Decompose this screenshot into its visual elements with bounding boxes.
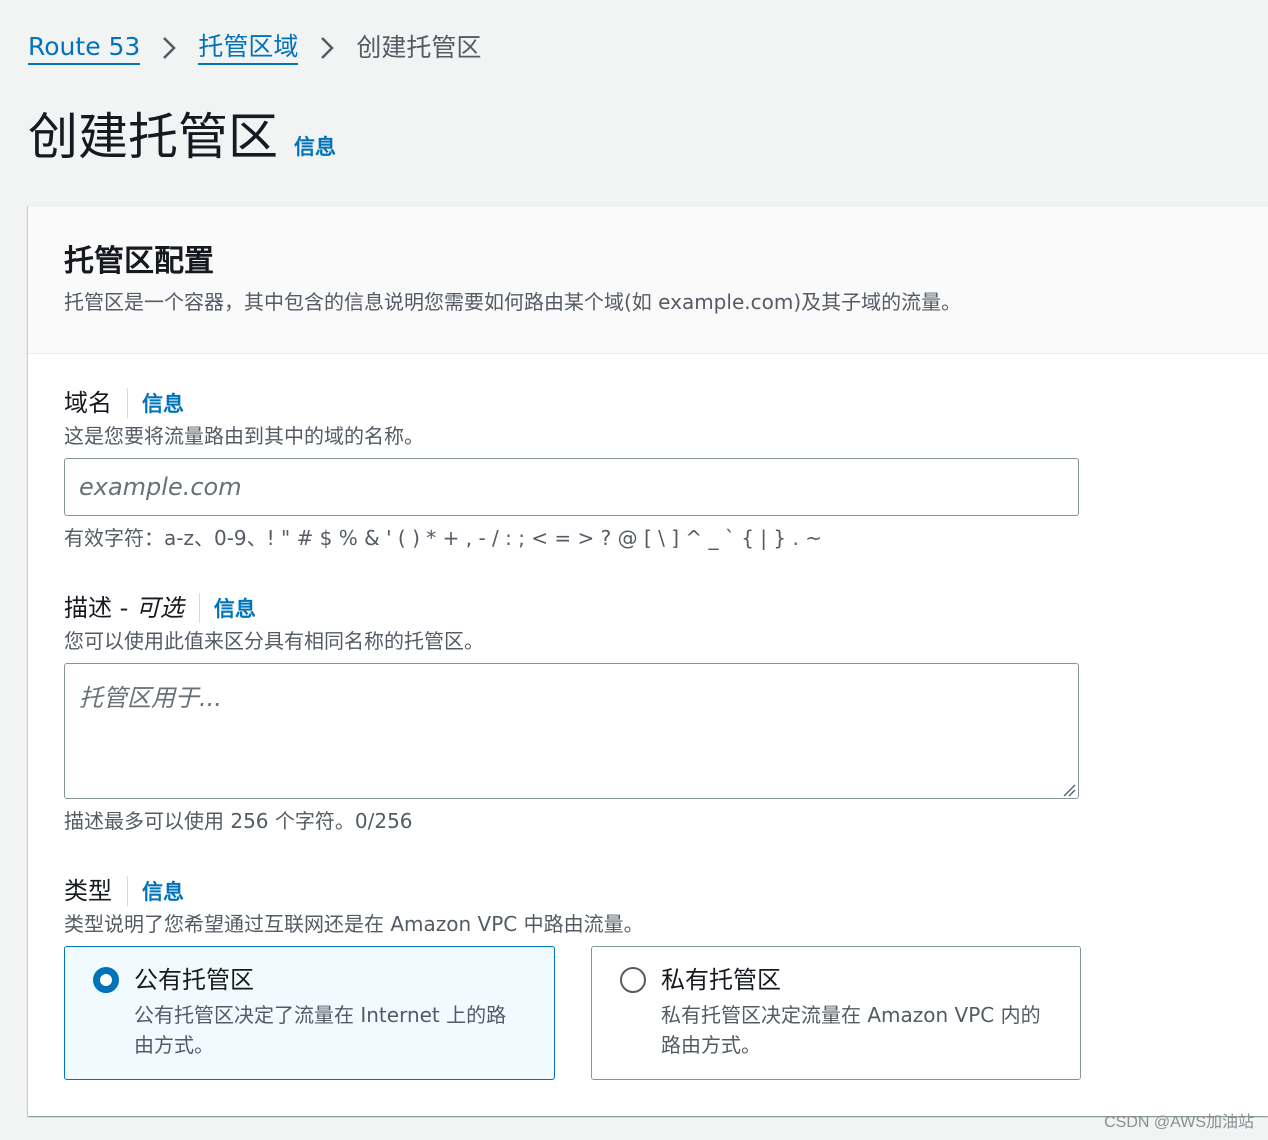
breadcrumb-hosted-zones-link[interactable]: 托管区域: [198, 32, 299, 65]
domain-name-input[interactable]: [65, 459, 1078, 515]
description-label-text: 描述 -: [64, 594, 136, 622]
description-optional-text: 可选: [135, 594, 184, 622]
description-textarea-box: [64, 663, 1079, 799]
domain-name-constraint: 有效字符：a-z、0-9、! " # $ % & ' ( ) * + , - /…: [64, 526, 822, 550]
panel-description: 托管区是一个容器，其中包含的信息说明您需要如何路由某个域(如 example.c…: [64, 290, 962, 314]
description-textarea[interactable]: [65, 664, 1078, 796]
domain-name-label-row: 域名 信息: [64, 386, 184, 420]
public-hosted-zone-title: 公有托管区: [134, 966, 254, 994]
description-info-link[interactable]: 信息: [214, 593, 256, 623]
description-constraint: 描述最多可以使用 256 个字符。0/256: [64, 809, 413, 833]
description-help-text: 您可以使用此值来区分具有相同名称的托管区。: [64, 629, 484, 653]
public-hosted-zone-option[interactable]: 公有托管区 公有托管区决定了流量在 Internet 上的路由方式。: [64, 946, 555, 1080]
domain-name-input-box: [64, 458, 1079, 516]
type-info-link[interactable]: 信息: [142, 876, 184, 906]
radio-unchecked-icon[interactable]: [620, 967, 646, 993]
watermark: CSDN @AWS加油站: [1104, 1114, 1254, 1131]
breadcrumb-current: 创建托管区: [356, 33, 482, 62]
radio-checked-icon[interactable]: [93, 967, 119, 993]
label-divider: [127, 876, 128, 906]
public-hosted-zone-description: 公有托管区决定了流量在 Internet 上的路由方式。: [134, 1003, 507, 1057]
domain-name-info-link[interactable]: 信息: [142, 388, 184, 418]
label-divider: [198, 593, 200, 623]
type-label-row: 类型 信息: [64, 874, 184, 908]
page-header: 创建托管区 信息: [28, 104, 336, 170]
type-label: 类型: [64, 877, 112, 905]
page-title: 创建托管区: [28, 108, 278, 166]
hosted-zone-config-panel: 托管区配置 托管区是一个容器，其中包含的信息说明您需要如何路由某个域(如 exa…: [28, 205, 1268, 1116]
resize-handle-icon[interactable]: [1062, 782, 1076, 797]
description-label-row: 描述 - 可选 信息: [64, 591, 256, 625]
chevron-right-icon: [140, 30, 198, 66]
label-divider: [127, 388, 128, 418]
domain-name-label: 域名: [64, 389, 112, 417]
panel-title: 托管区配置: [64, 244, 214, 279]
description-label: 描述 - 可选: [64, 591, 184, 625]
type-description: 类型说明了您希望通过互联网还是在 Amazon VPC 中路由流量。: [64, 912, 644, 936]
breadcrumb: Route 53 托管区域 创建托管区: [28, 30, 481, 66]
private-hosted-zone-title: 私有托管区: [661, 966, 781, 994]
page-info-link[interactable]: 信息: [294, 131, 336, 161]
chevron-right-icon: [298, 30, 356, 66]
private-hosted-zone-option[interactable]: 私有托管区 私有托管区决定流量在 Amazon VPC 内的路由方式。: [591, 946, 1081, 1080]
private-hosted-zone-description: 私有托管区决定流量在 Amazon VPC 内的路由方式。: [661, 1003, 1041, 1057]
breadcrumb-route53-link[interactable]: Route 53: [28, 32, 141, 65]
panel-header: 托管区配置 托管区是一个容器，其中包含的信息说明您需要如何路由某个域(如 exa…: [28, 206, 1268, 354]
domain-name-description: 这是您要将流量路由到其中的域的名称。: [64, 424, 424, 448]
